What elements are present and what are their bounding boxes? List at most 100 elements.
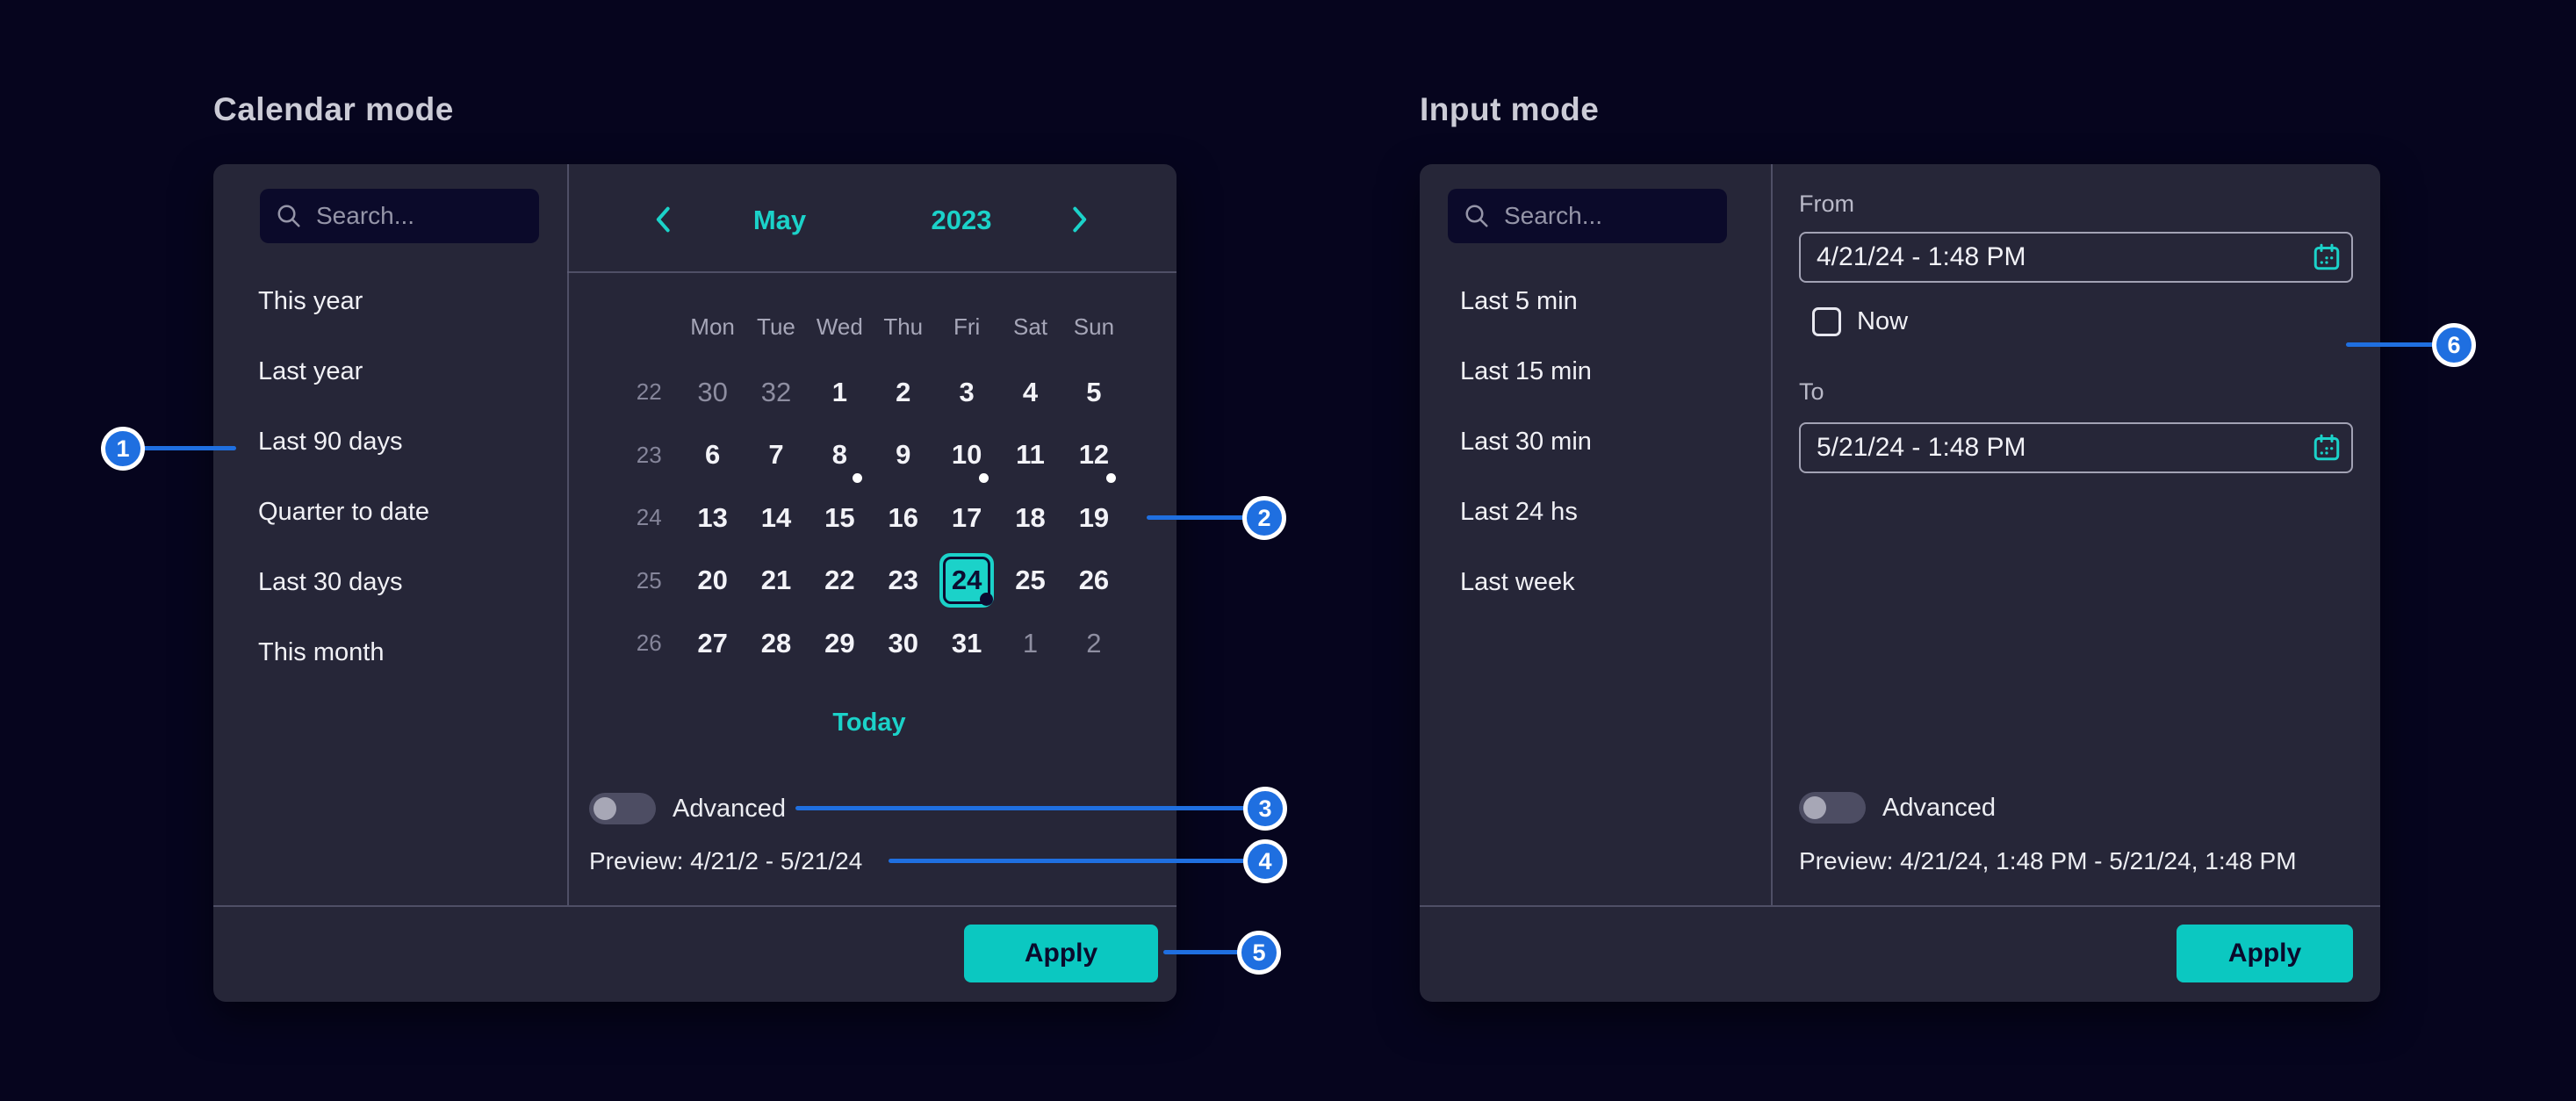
advanced-toggle[interactable]	[589, 793, 656, 824]
advanced-label: Advanced	[1882, 792, 1996, 824]
preset-last-15-min[interactable]: Last 15 min	[1420, 336, 1767, 407]
preset-this-year[interactable]: This year	[213, 266, 565, 336]
callout-badge-6: 6	[2432, 323, 2476, 367]
callout-badge-5: 5	[1237, 931, 1281, 975]
weekday-header-mon: Mon	[680, 309, 744, 344]
preset-quarter-to-date[interactable]: Quarter to date	[213, 477, 565, 547]
today-link[interactable]: Today	[738, 709, 1001, 738]
day-23[interactable]: 23	[872, 550, 935, 613]
day-21[interactable]: 21	[745, 550, 808, 613]
weekday-header-fri: Fri	[935, 309, 998, 344]
now-label: Now	[1857, 307, 1908, 336]
day-18[interactable]: 18	[998, 486, 1061, 550]
toggle-knob	[594, 797, 616, 820]
day-12[interactable]: 12	[1062, 424, 1126, 487]
advanced-toggle[interactable]	[1799, 792, 1866, 824]
month-label[interactable]: May	[705, 205, 854, 236]
weekday-header-thu: Thu	[872, 309, 935, 344]
preset-last-5-min[interactable]: Last 5 min	[1420, 266, 1767, 336]
day-3[interactable]: 3	[935, 361, 998, 424]
input-mode-title: Input mode	[1420, 91, 1599, 128]
day-30[interactable]: 30	[872, 612, 935, 675]
search-box[interactable]	[1448, 189, 1727, 243]
to-input[interactable]	[1801, 433, 2311, 463]
selected-day-box: 24	[939, 553, 994, 608]
callout-line-3	[795, 806, 1245, 810]
input-mode-panel: Last 5 minLast 15 minLast 30 minLast 24 …	[1420, 164, 2380, 1002]
apply-button[interactable]: Apply	[964, 925, 1158, 982]
apply-button[interactable]: Apply	[2177, 925, 2353, 982]
day-17[interactable]: 17	[935, 486, 998, 550]
day-6[interactable]: 6	[680, 424, 744, 487]
callout-badge-3: 3	[1243, 787, 1287, 831]
day-8[interactable]: 8	[808, 424, 871, 487]
chevron-left-icon	[652, 205, 675, 234]
day-1[interactable]: 1	[808, 361, 871, 424]
day-5[interactable]: 5	[1062, 361, 1126, 424]
search-input[interactable]	[1504, 202, 1727, 230]
day-30[interactable]: 30	[680, 361, 744, 424]
preview-text: Preview: 4/21/2 - 5/21/24	[589, 846, 862, 877]
day-32[interactable]: 32	[745, 361, 808, 424]
sidebar-divider	[1771, 164, 1773, 905]
day-31[interactable]: 31	[935, 612, 998, 675]
weekday-header-row: MonTueWedThuFriSatSun	[617, 309, 1126, 344]
day-29[interactable]: 29	[808, 612, 871, 675]
year-label[interactable]: 2023	[887, 205, 1036, 236]
callout-line-2	[1147, 515, 1245, 520]
day-27[interactable]: 27	[680, 612, 744, 675]
from-input[interactable]	[1801, 242, 2311, 272]
prev-month-button[interactable]	[644, 200, 683, 239]
day-selected-24[interactable]: 24	[935, 550, 998, 613]
next-month-button[interactable]	[1060, 200, 1098, 239]
day-2[interactable]: 2	[1062, 612, 1126, 675]
from-field[interactable]	[1799, 232, 2353, 283]
callout-line-6	[2346, 342, 2434, 347]
search-input[interactable]	[316, 202, 539, 230]
preview-text: Preview: 4/21/24, 1:48 PM - 5/21/24, 1:4…	[1799, 846, 2297, 877]
now-checkbox[interactable]	[1812, 307, 1841, 336]
weekday-header-tue: Tue	[745, 309, 808, 344]
footer-divider	[1420, 905, 2380, 907]
day-28[interactable]: 28	[745, 612, 808, 675]
week-number-23: 23	[617, 424, 680, 487]
preset-list: Last 5 minLast 15 minLast 30 minLast 24 …	[1420, 266, 1767, 617]
day-10[interactable]: 10	[935, 424, 998, 487]
stage: Calendar mode Input mode This yearLast y…	[0, 0, 2576, 1101]
from-calendar-button[interactable]	[2311, 241, 2342, 273]
day-1[interactable]: 1	[998, 612, 1061, 675]
day-25[interactable]: 25	[998, 550, 1061, 613]
preset-last-year[interactable]: Last year	[213, 336, 565, 407]
day-11[interactable]: 11	[998, 424, 1061, 487]
day-26[interactable]: 26	[1062, 550, 1126, 613]
day-16[interactable]: 16	[872, 486, 935, 550]
preset-last-24-hs[interactable]: Last 24 hs	[1420, 477, 1767, 547]
calendar-header-divider	[567, 271, 1176, 273]
footer-divider	[213, 905, 1176, 907]
preset-this-month[interactable]: This month	[213, 617, 565, 687]
day-14[interactable]: 14	[745, 486, 808, 550]
weekday-header-spacer	[617, 309, 680, 344]
to-calendar-button[interactable]	[2311, 432, 2342, 464]
weekday-header-wed: Wed	[808, 309, 871, 344]
day-9[interactable]: 9	[872, 424, 935, 487]
day-7[interactable]: 7	[745, 424, 808, 487]
week-number-25: 25	[617, 550, 680, 613]
day-19[interactable]: 19	[1062, 486, 1126, 550]
to-field[interactable]	[1799, 422, 2353, 473]
from-label: From	[1799, 191, 1854, 218]
preset-last-90-days[interactable]: Last 90 days	[213, 407, 565, 477]
callout-badge-4: 4	[1243, 839, 1287, 883]
day-2[interactable]: 2	[872, 361, 935, 424]
week-number-22: 22	[617, 361, 680, 424]
day-15[interactable]: 15	[808, 486, 871, 550]
day-4[interactable]: 4	[998, 361, 1061, 424]
preset-last-30-min[interactable]: Last 30 min	[1420, 407, 1767, 477]
day-20[interactable]: 20	[680, 550, 744, 613]
search-box[interactable]	[260, 189, 539, 243]
day-22[interactable]: 22	[808, 550, 871, 613]
callout-line-5	[1163, 950, 1239, 954]
preset-last-week[interactable]: Last week	[1420, 547, 1767, 617]
preset-last-30-days[interactable]: Last 30 days	[213, 547, 565, 617]
day-13[interactable]: 13	[680, 486, 744, 550]
